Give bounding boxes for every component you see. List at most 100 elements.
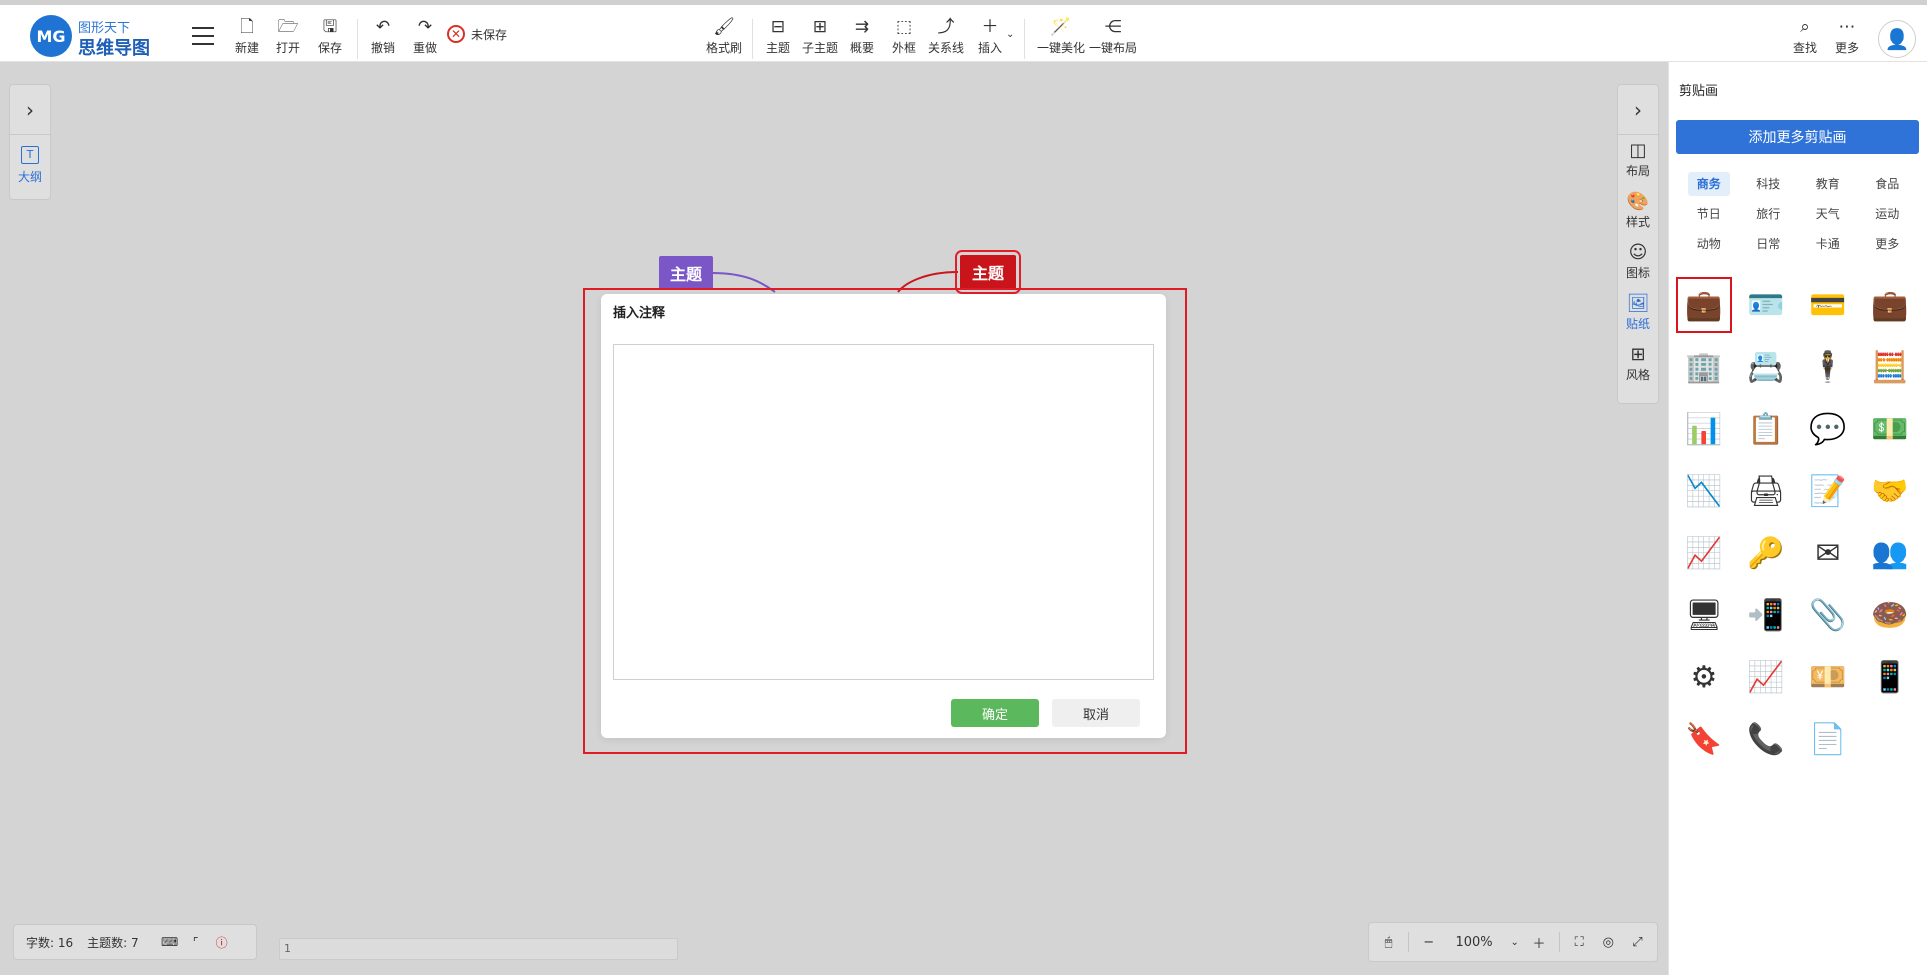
credit-cards-icon[interactable]: 💳 [1802,279,1854,331]
app-logo[interactable]: MG 图形天下 思维导图 [30,15,160,59]
zoom-in-icon[interactable]: ＋ [1529,933,1548,952]
handshake-icon[interactable]: 🤝 [1864,465,1916,517]
phone-call-icon[interactable]: 📞 [1740,713,1792,765]
cash-bundle-icon[interactable]: 💴 [1802,651,1854,703]
new-button[interactable]: 🗋 新建 [227,17,267,61]
key-icon[interactable]: 🔑 [1740,527,1792,579]
format-painter-button[interactable]: 🖌 格式刷 [704,17,744,61]
declining-chart-icon[interactable]: 📉 [1678,465,1730,517]
category-cartoon[interactable]: 卡通 [1798,232,1858,256]
keyboard-icon[interactable]: ⌨ [161,935,178,949]
logo-line2: 思维导图 [78,38,150,59]
video-call-icon[interactable]: 🖥 [1678,589,1730,641]
calculator-icon[interactable]: 🧮 [1864,341,1916,393]
logo-mark-icon: MG [30,15,72,57]
pie-percent-icon[interactable]: 🍩 [1864,589,1916,641]
category-sports[interactable]: 运动 [1858,202,1918,226]
beautify-button[interactable]: 🪄 一键美化 [1036,17,1086,61]
center-target-icon[interactable]: ◎ [1599,935,1618,950]
summary-button[interactable]: ⇉ 概要 [842,17,882,61]
icon-tab[interactable]: ☺ 图标 [1618,237,1658,288]
category-education[interactable]: 教育 [1798,172,1858,196]
category-animals[interactable]: 动物 [1679,232,1739,256]
redo-button[interactable]: ↷ 重做 [405,17,445,61]
sticker-tab[interactable]: 🖼 贴纸 [1618,288,1658,339]
envelope-icon[interactable]: ✉ [1802,527,1854,579]
topic-button[interactable]: ⊟ 主题 [758,17,798,61]
dialog-title: 插入注释 [613,306,666,321]
cancel-button[interactable]: 取消 [1052,699,1140,727]
growth-chart-icon[interactable]: 📈 [1678,527,1730,579]
hamburger-menu-icon[interactable] [192,27,214,45]
gear-flower-icon[interactable]: ⚙ [1678,651,1730,703]
more-button[interactable]: ⋯ 更多 [1827,17,1867,61]
zoom-out-icon[interactable]: − [1419,935,1438,950]
toolbar-divider [357,19,358,59]
confirm-button[interactable]: 确定 [951,699,1039,727]
businessman-icon[interactable]: 🕴 [1802,341,1854,393]
category-tech[interactable]: 科技 [1739,172,1799,196]
find-button[interactable]: ⌕ 查找 [1785,17,1825,61]
save-button[interactable]: 🖫 保存 [310,17,350,61]
clipart-sidebar: 剪贴画 添加更多剪贴画 商务 科技 教育 食品 节日 旅行 天气 运动 动物 日… [1668,62,1927,975]
outline-text-icon: T [21,145,39,164]
expand-left-chevron-icon[interactable]: › [10,85,50,135]
id-card-icon[interactable]: 🪪 [1740,279,1792,331]
user-avatar-icon[interactable]: 👤 [1878,20,1916,58]
trend-axis-icon[interactable]: 📈 [1740,651,1792,703]
note-textarea[interactable] [613,344,1154,680]
layout-tab[interactable]: ◫ 布局 [1618,135,1658,186]
topic-node-purple[interactable]: 主题 [659,256,713,290]
mouse-icon[interactable]: 🖱 [1379,935,1398,950]
insert-chevron-down-icon[interactable]: ⌄ [1006,29,1014,40]
outline-button[interactable]: T 大纲 [10,135,50,195]
chat-bubbles-icon[interactable]: 💬 [1802,403,1854,455]
page-input[interactable]: 1 [279,938,678,960]
category-holiday[interactable]: 节日 [1679,202,1739,226]
fullscreen-icon[interactable]: ⤢ [1628,935,1647,950]
business-card-icon[interactable]: 📇 [1740,341,1792,393]
add-more-clipart-button[interactable]: 添加更多剪贴画 [1676,120,1919,154]
paperclip-icon[interactable]: 📎 [1802,589,1854,641]
mobile-payment-icon[interactable]: 📲 [1740,589,1792,641]
printer-icon[interactable]: 🖨 [1740,465,1792,517]
team-icon[interactable]: 👥 [1864,527,1916,579]
category-business[interactable]: 商务 [1687,172,1730,196]
fit-screen-icon[interactable]: ⛶ [1570,935,1589,950]
briefcase-clock-icon[interactable]: 💼 [1676,277,1732,333]
topic-node-red-selected[interactable]: 主题 [955,250,1021,294]
open-button[interactable]: 🗁 打开 [268,17,308,61]
topic-count: 主题数: 7 [87,935,139,950]
candlestick-chart-icon[interactable]: 📊 [1678,403,1730,455]
undo-button[interactable]: ↶ 撤销 [363,17,403,61]
theme-tab[interactable]: ⊞ 风格 [1618,339,1658,390]
info-icon[interactable]: ⓘ [215,935,229,950]
new-label: 新建 [234,41,259,55]
office-building-icon[interactable]: 🏢 [1678,341,1730,393]
category-more[interactable]: 更多 [1858,232,1918,256]
document-check-icon[interactable]: 📄 [1802,713,1854,765]
frame-icon[interactable]: ⌜ [189,935,203,949]
category-food[interactable]: 食品 [1858,172,1918,196]
stamp-icon[interactable]: 🔖 [1678,713,1730,765]
category-weather[interactable]: 天气 [1798,202,1858,226]
insert-button[interactable]: ＋ 插入 [970,17,1010,61]
clipboard-icon[interactable]: 📝 [1802,465,1854,517]
briefcase-icon[interactable]: 💼 [1864,279,1916,331]
money-stack-icon[interactable]: 💵 [1864,403,1916,455]
boundary-button[interactable]: ⬚ 外框 [884,17,924,61]
category-daily[interactable]: 日常 [1739,232,1799,256]
resume-clipboard-icon[interactable]: 📋 [1740,403,1792,455]
auto-layout-button[interactable]: ⋲ 一键布局 [1088,17,1138,61]
zoom-level[interactable]: 100% [1448,935,1500,950]
top-toolbar: MG 图形天下 思维导图 🗋 新建 🗁 打开 🖫 保存 ↶ 撤销 ↷ 重做 ✕ … [0,0,1927,62]
relation-line-button[interactable]: ⤴ 关系线 [926,17,966,61]
category-travel[interactable]: 旅行 [1739,202,1799,226]
style-tab[interactable]: 🎨 样式 [1618,186,1658,237]
zoom-chevron-down-icon[interactable]: ⌄ [1510,937,1520,948]
subtopic-button[interactable]: ⊞ 子主题 [800,17,840,61]
boundary-icon: ⬚ [895,16,913,37]
expand-right-chevron-icon[interactable]: › [1618,85,1658,135]
phone-qr-icon[interactable]: 📱 [1864,651,1916,703]
unsaved-status: ✕ 未保存 [447,25,507,43]
